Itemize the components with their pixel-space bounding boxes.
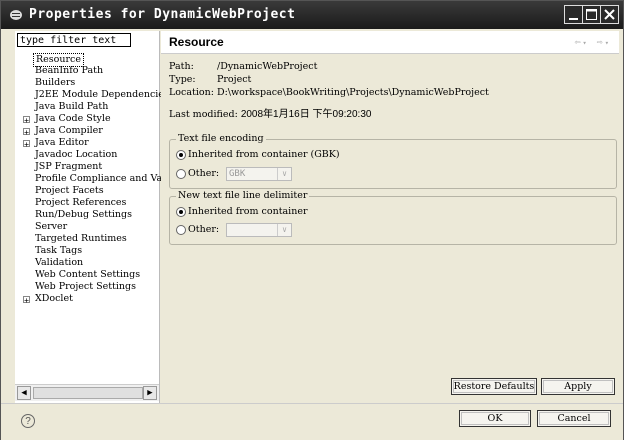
delimiter-other-label[interactable]: Other: xyxy=(188,224,219,235)
close-icon xyxy=(604,9,615,20)
dialog-button-bar: ? OK Cancel xyxy=(1,403,623,440)
app-icon xyxy=(10,10,22,20)
expand-icon[interactable]: + xyxy=(23,296,30,305)
location-row: Location: D:\workspace\BookWriting\Proje… xyxy=(169,87,489,98)
tree-item[interactable]: Web Project Settings xyxy=(35,281,136,293)
apply-button[interactable]: Apply xyxy=(541,378,615,395)
line-delimiter-group: New text file line delimiter Inherited f… xyxy=(169,190,617,245)
path-value: /DynamicWebProject xyxy=(217,61,318,72)
tree-item[interactable]: Targeted Runtimes xyxy=(35,233,127,245)
nav-arrows: ⇦▾ ⇨▾ xyxy=(574,37,611,48)
encoding-group-title: Text file encoding xyxy=(176,133,266,144)
tree-item[interactable]: Validation xyxy=(35,257,83,269)
tree-item[interactable]: Builders xyxy=(35,77,75,89)
delimiter-combo[interactable]: ∨ xyxy=(226,223,292,237)
scroll-thumb[interactable] xyxy=(33,387,143,399)
window-title: Properties for DynamicWebProject xyxy=(29,7,296,22)
tree-item[interactable]: Profile Compliance and Va xyxy=(35,173,162,185)
path-row: Path: /DynamicWebProject xyxy=(169,61,317,72)
property-page: Resource ⇦▾ ⇨▾ Path: /DynamicWebProject T… xyxy=(161,31,619,403)
tree-item[interactable]: Java Editor xyxy=(35,137,89,149)
encoding-combo[interactable]: GBK ∨ xyxy=(226,167,292,181)
tree-item[interactable]: Web Content Settings xyxy=(35,269,140,281)
title-bar[interactable]: Properties for DynamicWebProject xyxy=(1,1,623,29)
scroll-left-button[interactable]: ◀ xyxy=(17,386,31,400)
type-label: Type: xyxy=(169,74,196,85)
ok-button[interactable]: OK xyxy=(459,410,531,427)
tree-item[interactable]: Java Build Path xyxy=(35,101,108,113)
minimize-icon xyxy=(569,18,578,20)
help-icon[interactable]: ? xyxy=(21,414,35,428)
modified-value: 2008年1月16日 下午09:20:30 xyxy=(240,109,372,120)
chevron-down-icon: ∨ xyxy=(277,168,291,180)
path-label: Path: xyxy=(169,61,194,72)
encoding-other-label[interactable]: Other: xyxy=(188,168,219,179)
expand-icon[interactable]: + xyxy=(23,140,30,149)
delimiter-other-radio[interactable] xyxy=(176,225,186,235)
category-panel: ResourceBeanInfo PathBuildersJ2EE Module… xyxy=(15,31,169,403)
tree-item[interactable]: XDoclet xyxy=(35,293,73,305)
tree-item[interactable]: Java Compiler xyxy=(35,125,103,137)
modified-label: Last modified: xyxy=(169,109,238,120)
type-value: Project xyxy=(217,74,252,85)
tree-item[interactable]: JSP Fragment xyxy=(35,161,102,173)
delimiter-group-title: New text file line delimiter xyxy=(176,190,310,201)
chevron-down-icon: ∨ xyxy=(277,224,291,236)
tree-item[interactable]: J2EE Module Dependencies xyxy=(35,89,169,101)
restore-defaults-button[interactable]: Restore Defaults xyxy=(451,378,537,395)
filter-input[interactable] xyxy=(17,33,131,47)
location-label: Location: xyxy=(169,87,214,98)
page-title: Resource xyxy=(169,35,224,49)
minimize-button[interactable] xyxy=(564,5,583,24)
tree-item[interactable]: Server xyxy=(35,221,67,233)
tree-item[interactable]: Project Facets xyxy=(35,185,104,197)
delimiter-inherited-label[interactable]: Inherited from container xyxy=(188,206,308,217)
encoding-other-radio[interactable] xyxy=(176,169,186,179)
encoding-inherited-radio[interactable] xyxy=(176,150,186,160)
close-button[interactable] xyxy=(600,5,619,24)
tree-item[interactable]: BeanInfo Path xyxy=(35,65,103,77)
horizontal-scrollbar[interactable]: ◀ ▶ xyxy=(15,384,159,401)
page-header: Resource ⇦▾ ⇨▾ xyxy=(161,31,619,54)
maximize-icon xyxy=(586,9,597,20)
tree-item[interactable]: Task Tags xyxy=(35,245,82,257)
tree-item[interactable]: Java Code Style xyxy=(35,113,111,125)
text-encoding-group: Text file encoding Inherited from contai… xyxy=(169,133,617,189)
expand-icon[interactable]: + xyxy=(23,116,30,125)
modified-row: Last modified: 2008年1月16日 下午09:20:30 xyxy=(169,105,371,120)
scroll-right-button[interactable]: ▶ xyxy=(143,386,157,400)
tree-item[interactable]: Javadoc Location xyxy=(35,149,117,161)
encoding-combo-value: GBK xyxy=(229,169,246,179)
delimiter-inherited-radio[interactable] xyxy=(176,207,186,217)
properties-dialog: Properties for DynamicWebProject Resourc… xyxy=(0,0,624,440)
expand-icon[interactable]: + xyxy=(23,128,30,137)
type-row: Type: Project xyxy=(169,74,251,85)
tree-item[interactable]: Run/Debug Settings xyxy=(35,209,132,221)
maximize-button[interactable] xyxy=(582,5,601,24)
encoding-inherited-label[interactable]: Inherited from container (GBK) xyxy=(188,149,340,160)
cancel-button[interactable]: Cancel xyxy=(537,410,611,427)
tree-item[interactable]: Project References xyxy=(35,197,126,209)
forward-arrow-icon[interactable]: ⇨ xyxy=(597,37,605,48)
location-value: D:\workspace\BookWriting\Projects\Dynami… xyxy=(216,87,489,98)
back-arrow-icon[interactable]: ⇦ xyxy=(574,37,582,48)
